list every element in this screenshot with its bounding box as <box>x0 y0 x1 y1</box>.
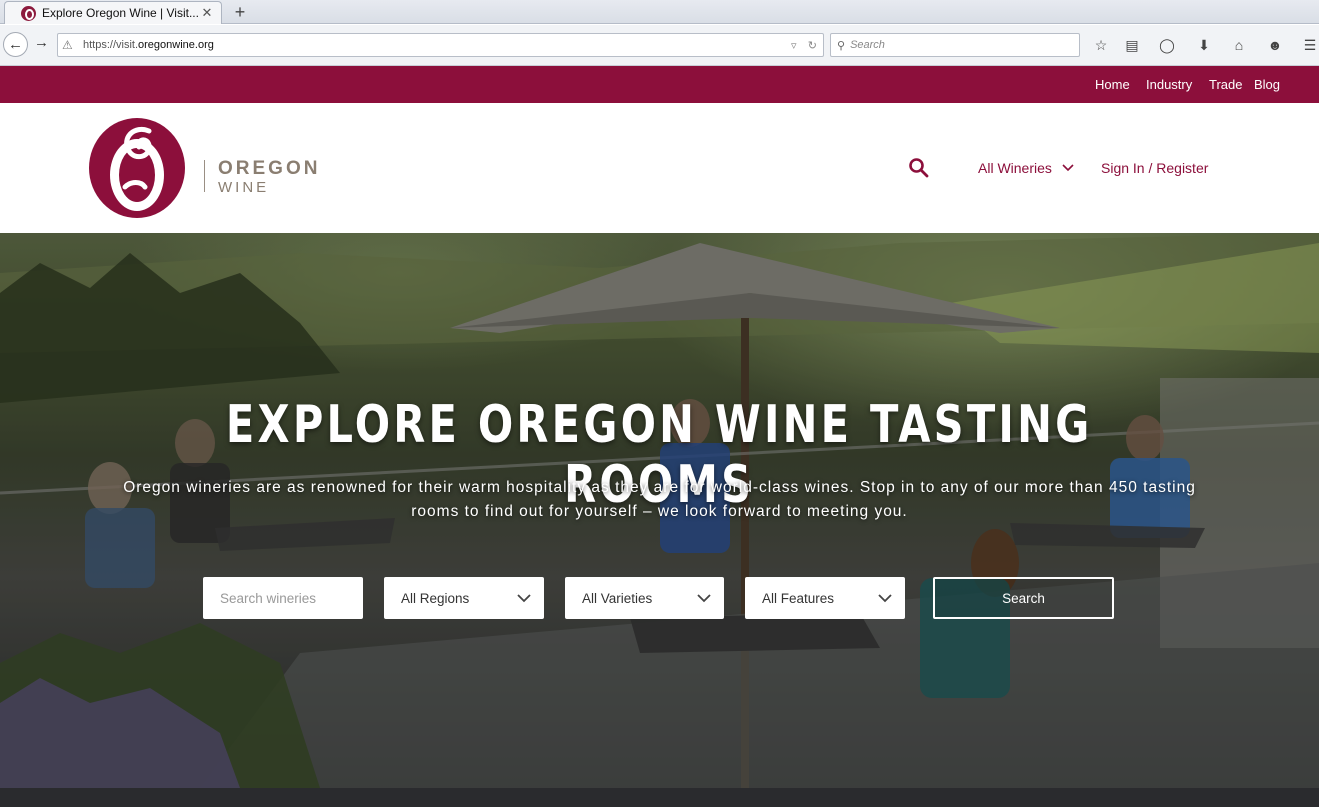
address-bar[interactable]: ⚠ https://visit.oregonwine.org ▿ ↻ <box>57 33 824 57</box>
regions-select[interactable]: All Regions <box>384 577 544 619</box>
topnav-home-link[interactable]: Home <box>1095 77 1130 92</box>
chevron-down-icon[interactable] <box>1061 161 1075 175</box>
site-search-icon[interactable] <box>908 157 930 179</box>
reload-icon[interactable]: ↻ <box>808 39 817 52</box>
topnav-trade-link[interactable]: Trade <box>1209 77 1242 92</box>
browser-tab-bar: Explore Oregon Wine | Visit... ✕ + <box>0 0 1319 24</box>
features-select[interactable]: All Features <box>745 577 905 619</box>
oregon-wine-logo-icon[interactable] <box>87 117 187 219</box>
browser-nav-bar: ← → ⚠ https://visit.oregonwine.org ▿ ↻ ⚲ … <box>0 25 1319 66</box>
browser-tab[interactable]: Explore Oregon Wine | Visit... ✕ <box>4 1 222 24</box>
search-button[interactable]: Search <box>933 577 1114 619</box>
url-text: https://visit.oregonwine.org <box>83 39 214 51</box>
sign-in-register-link[interactable]: Sign In / Register <box>1101 160 1208 176</box>
browser-search-placeholder: Search <box>850 39 885 51</box>
pocket-icon[interactable]: ◯ <box>1158 36 1176 54</box>
reading-list-icon[interactable]: ▤ <box>1123 36 1141 54</box>
chevron-down-icon <box>878 594 892 603</box>
forward-button[interactable]: → <box>34 34 49 51</box>
search-wineries-input[interactable]: Search wineries <box>203 577 363 619</box>
topnav-blog-link[interactable]: Blog <box>1254 77 1280 92</box>
all-wineries-menu[interactable]: All Wineries <box>978 160 1052 176</box>
new-tab-button[interactable]: + <box>230 2 250 22</box>
varieties-select[interactable]: All Varieties <box>565 577 724 619</box>
logo-text-oregon: OREGON <box>218 158 321 179</box>
back-button[interactable]: ← <box>3 32 28 57</box>
security-warning-icon[interactable]: ⚠ <box>62 38 78 52</box>
home-icon[interactable]: ⌂ <box>1230 36 1248 54</box>
regions-select-value: All Regions <box>401 590 470 606</box>
varieties-select-value: All Varieties <box>582 590 653 606</box>
tab-title: Explore Oregon Wine | Visit... <box>42 6 199 20</box>
menu-icon[interactable]: ☰ <box>1301 36 1319 54</box>
hero-subtitle: Oregon wineries are as renowned for thei… <box>123 479 1196 520</box>
chevron-down-icon <box>697 594 711 603</box>
hero-banner: EXPLORE OREGON WINE TASTING ROOMS Oregon… <box>0 233 1319 788</box>
bottom-section-edge <box>0 788 1319 807</box>
download-icon[interactable]: ⬇ <box>1195 36 1213 54</box>
search-icon: ⚲ <box>837 39 846 52</box>
chevron-down-icon <box>517 594 531 603</box>
logo-divider <box>204 160 205 192</box>
dropdown-arrow-icon[interactable]: ▿ <box>791 39 797 52</box>
site-header: OREGON WINE All Wineries Sign In / Regis… <box>0 103 1319 233</box>
logo-text-wine: WINE <box>218 179 270 196</box>
bookmark-star-icon[interactable]: ☆ <box>1092 36 1110 54</box>
search-wineries-placeholder: Search wineries <box>220 590 317 606</box>
topnav-industry-link[interactable]: Industry <box>1146 77 1192 92</box>
close-tab-icon[interactable]: ✕ <box>199 5 215 21</box>
site-top-bar: Home Industry Trade Blog <box>0 66 1319 103</box>
site-favicon-icon <box>21 5 36 21</box>
browser-search-input[interactable]: ⚲ Search <box>830 33 1080 57</box>
chat-icon[interactable]: ☻ <box>1266 36 1284 54</box>
features-select-value: All Features <box>762 590 835 606</box>
